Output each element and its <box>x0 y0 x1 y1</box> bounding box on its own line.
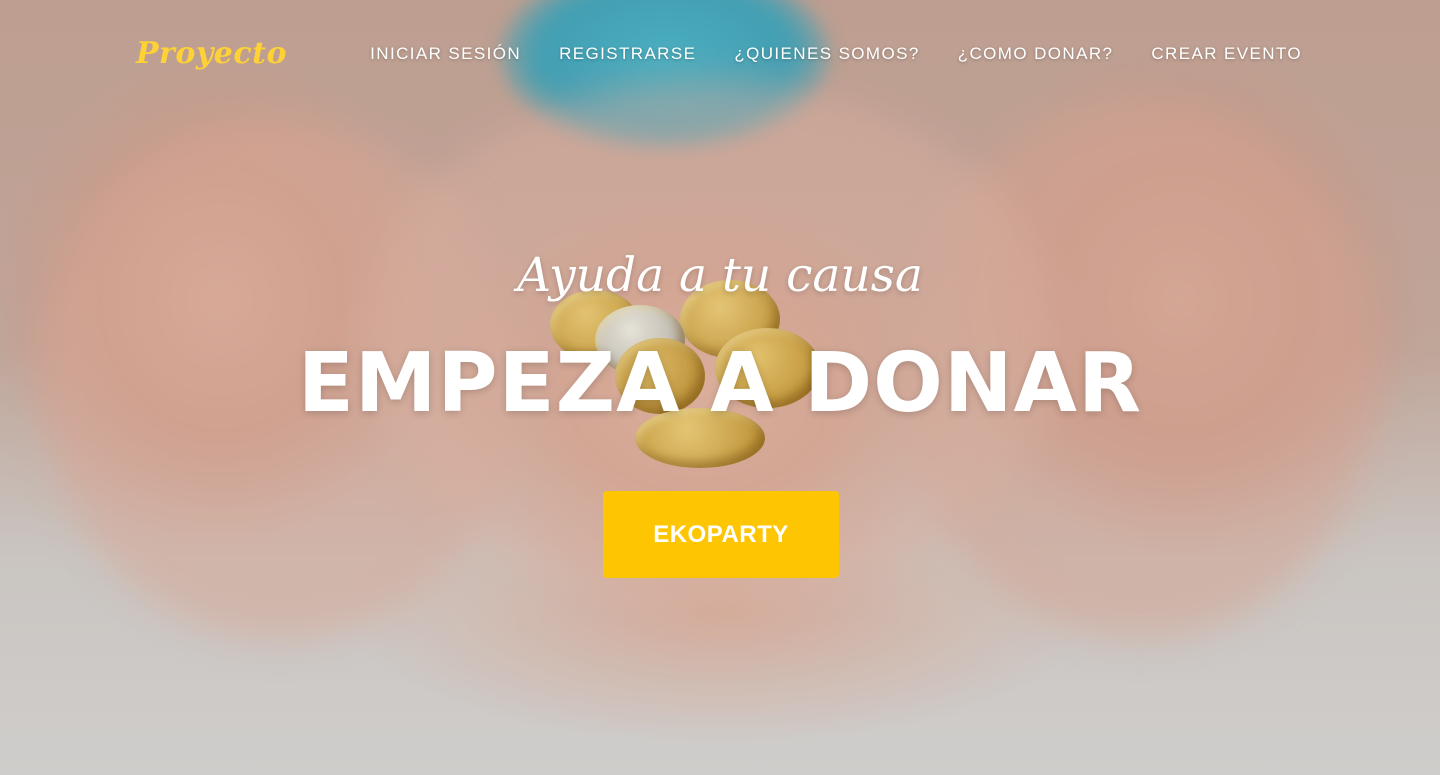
nav-link-crear-evento[interactable]: CREAR EVENTO <box>1151 44 1302 63</box>
nav-item-como-donar: ¿COMO DONAR? <box>958 44 1114 64</box>
nav-item-registrarse: REGISTRARSE <box>559 44 696 64</box>
brand-logo[interactable]: Proyecto <box>136 36 287 71</box>
nav-link-como-donar[interactable]: ¿COMO DONAR? <box>958 44 1114 63</box>
top-navbar: Proyecto INICIAR SESIÓN REGISTRARSE ¿QUI… <box>0 0 1440 110</box>
nav-item-quienes-somos: ¿QUIENES SOMOS? <box>734 44 919 64</box>
nav-link-registrarse[interactable]: REGISTRARSE <box>559 44 696 63</box>
ekoparty-button[interactable]: EKOPARTY <box>603 491 839 578</box>
hero-section: Proyecto INICIAR SESIÓN REGISTRARSE ¿QUI… <box>0 0 1440 775</box>
hero-heading: EMPEZA A DONAR <box>297 336 1143 431</box>
nav-menu: INICIAR SESIÓN REGISTRARSE ¿QUIENES SOMO… <box>370 44 1302 64</box>
nav-item-iniciar-sesion: INICIAR SESIÓN <box>370 44 521 64</box>
nav-link-iniciar-sesion[interactable]: INICIAR SESIÓN <box>370 44 521 63</box>
hero-lead-text: Ayuda a tu causa <box>517 248 923 303</box>
nav-item-crear-evento: CREAR EVENTO <box>1151 44 1302 64</box>
nav-link-quienes-somos[interactable]: ¿QUIENES SOMOS? <box>734 44 919 63</box>
